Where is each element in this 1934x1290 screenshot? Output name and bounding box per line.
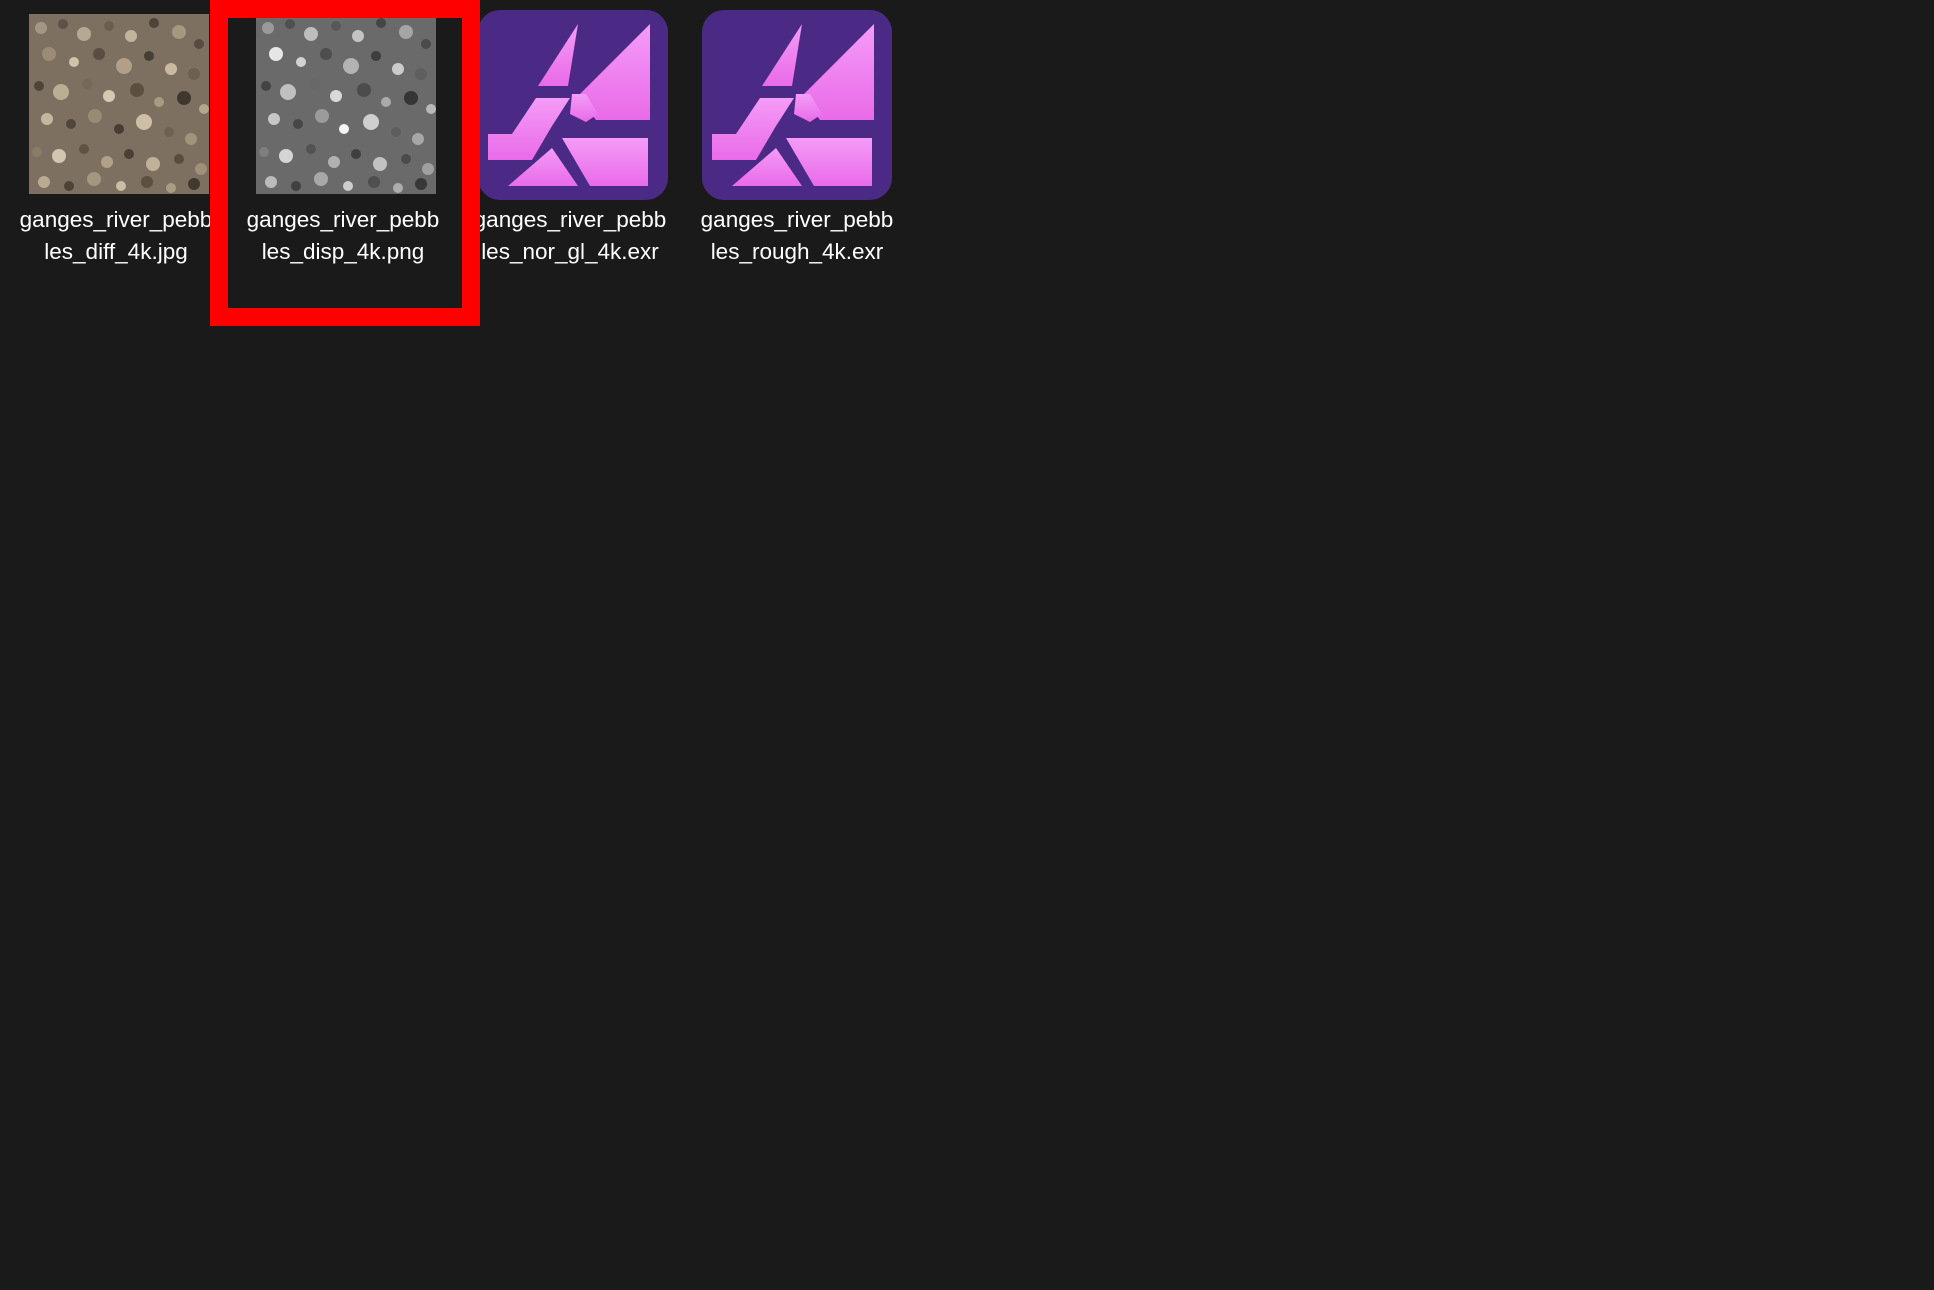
file-item-rough-exr[interactable]: ganges_river_pebbles_rough_4k.exr <box>691 8 903 308</box>
pebbles-grayscale-thumbnail-icon <box>256 14 436 194</box>
file-name-label: ganges_river_pebbles_rough_4k.exr <box>700 207 894 264</box>
file-name-label: ganges_river_pebbles_diff_4k.jpg <box>19 207 213 264</box>
file-explorer-view: ganges_river_pebbles_diff_4k.jpg ganges_… <box>0 0 1934 1290</box>
pebbles-color-thumbnail-icon <box>29 14 209 194</box>
affinity-photo-icon <box>478 10 668 200</box>
file-item-disp-png[interactable]: ganges_river_pebbles_disp_4k.png <box>237 8 449 308</box>
file-item-nor-gl-exr[interactable]: ganges_river_pebbles_nor_gl_4k.exr <box>464 8 676 308</box>
affinity-photo-icon <box>702 10 892 200</box>
file-name-label: ganges_river_pebbles_disp_4k.png <box>246 207 440 264</box>
file-item-diff-jpg[interactable]: ganges_river_pebbles_diff_4k.jpg <box>10 8 222 308</box>
file-name-label: ganges_river_pebbles_nor_gl_4k.exr <box>473 207 667 264</box>
